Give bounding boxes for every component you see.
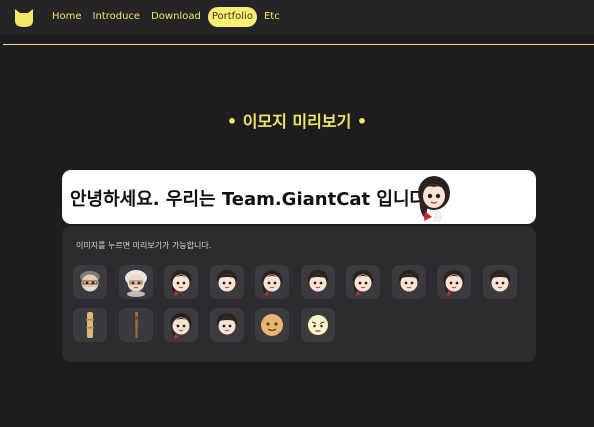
emoji-tile[interactable] <box>482 265 517 299</box>
girl-red-bow-emoji-icon <box>437 265 471 299</box>
emoji-tile[interactable] <box>346 265 380 299</box>
cat-logo-icon[interactable] <box>12 6 36 28</box>
emoji-tile[interactable] <box>164 308 198 342</box>
emoji-gallery-panel: 이미지를 누르면 미리보기가 가능합니다. <box>62 226 536 362</box>
gallery-hint: 이미지를 누르면 미리보기가 가능합니다. <box>76 241 212 250</box>
emoji-tile[interactable] <box>437 265 471 299</box>
nav-menu: Home Introduce Download Portfolio Etc <box>48 6 287 28</box>
header-divider <box>3 44 594 45</box>
wooden-stick-emoji-icon <box>119 308 153 342</box>
girl-red-bow-emoji-icon <box>255 265 289 299</box>
emoji-preview-card: 안녕하세요. 우리는 Team.GiantCat 입니다. <box>62 170 536 224</box>
emoji-tile[interactable] <box>300 308 335 342</box>
top-navigation-bar: Home Introduce Download Portfolio Etc <box>0 0 594 34</box>
emoji-tile[interactable] <box>73 308 107 342</box>
preview-girl-emoji-icon <box>412 173 456 223</box>
emoji-tile[interactable] <box>118 308 153 342</box>
grandfather-emoji-icon <box>73 265 107 299</box>
boy-emoji-icon <box>392 265 426 299</box>
nav-item-introduce[interactable]: Introduce <box>89 7 145 27</box>
girl-red-bow-emoji-icon <box>346 265 380 299</box>
cookie-face-emoji-icon <box>255 308 289 342</box>
bamboo-stick-emoji-icon <box>73 308 107 342</box>
grandmother-emoji-icon <box>119 265 153 299</box>
emoji-tile[interactable] <box>300 265 335 299</box>
nav-item-etc[interactable]: Etc <box>260 7 284 27</box>
boy-emoji-icon <box>210 308 244 342</box>
girl-red-bow-emoji-icon <box>164 308 198 342</box>
preview-message: 안녕하세요. 우리는 Team.GiantCat 입니다. <box>70 189 433 210</box>
girl-red-bow-emoji-icon <box>164 265 198 299</box>
emoji-tile[interactable] <box>209 308 244 342</box>
boy-emoji-icon <box>483 265 517 299</box>
emoji-tile[interactable] <box>118 265 153 299</box>
emoji-tile[interactable] <box>255 265 289 299</box>
emoji-tile[interactable] <box>255 308 289 342</box>
emoji-tile[interactable] <box>164 265 198 299</box>
boy-emoji-icon <box>210 265 244 299</box>
nav-item-home[interactable]: Home <box>48 7 86 27</box>
nav-item-download[interactable]: Download <box>147 7 205 27</box>
nav-item-portfolio[interactable]: Portfolio <box>207 7 257 27</box>
emoji-tile[interactable] <box>391 265 426 299</box>
emoji-tile[interactable] <box>73 265 107 299</box>
emoji-tile[interactable] <box>209 265 244 299</box>
section-title: • 이모지 미리보기 • <box>226 112 368 131</box>
boy-emoji-icon <box>301 265 335 299</box>
angry-face-emoji-icon <box>301 308 335 342</box>
